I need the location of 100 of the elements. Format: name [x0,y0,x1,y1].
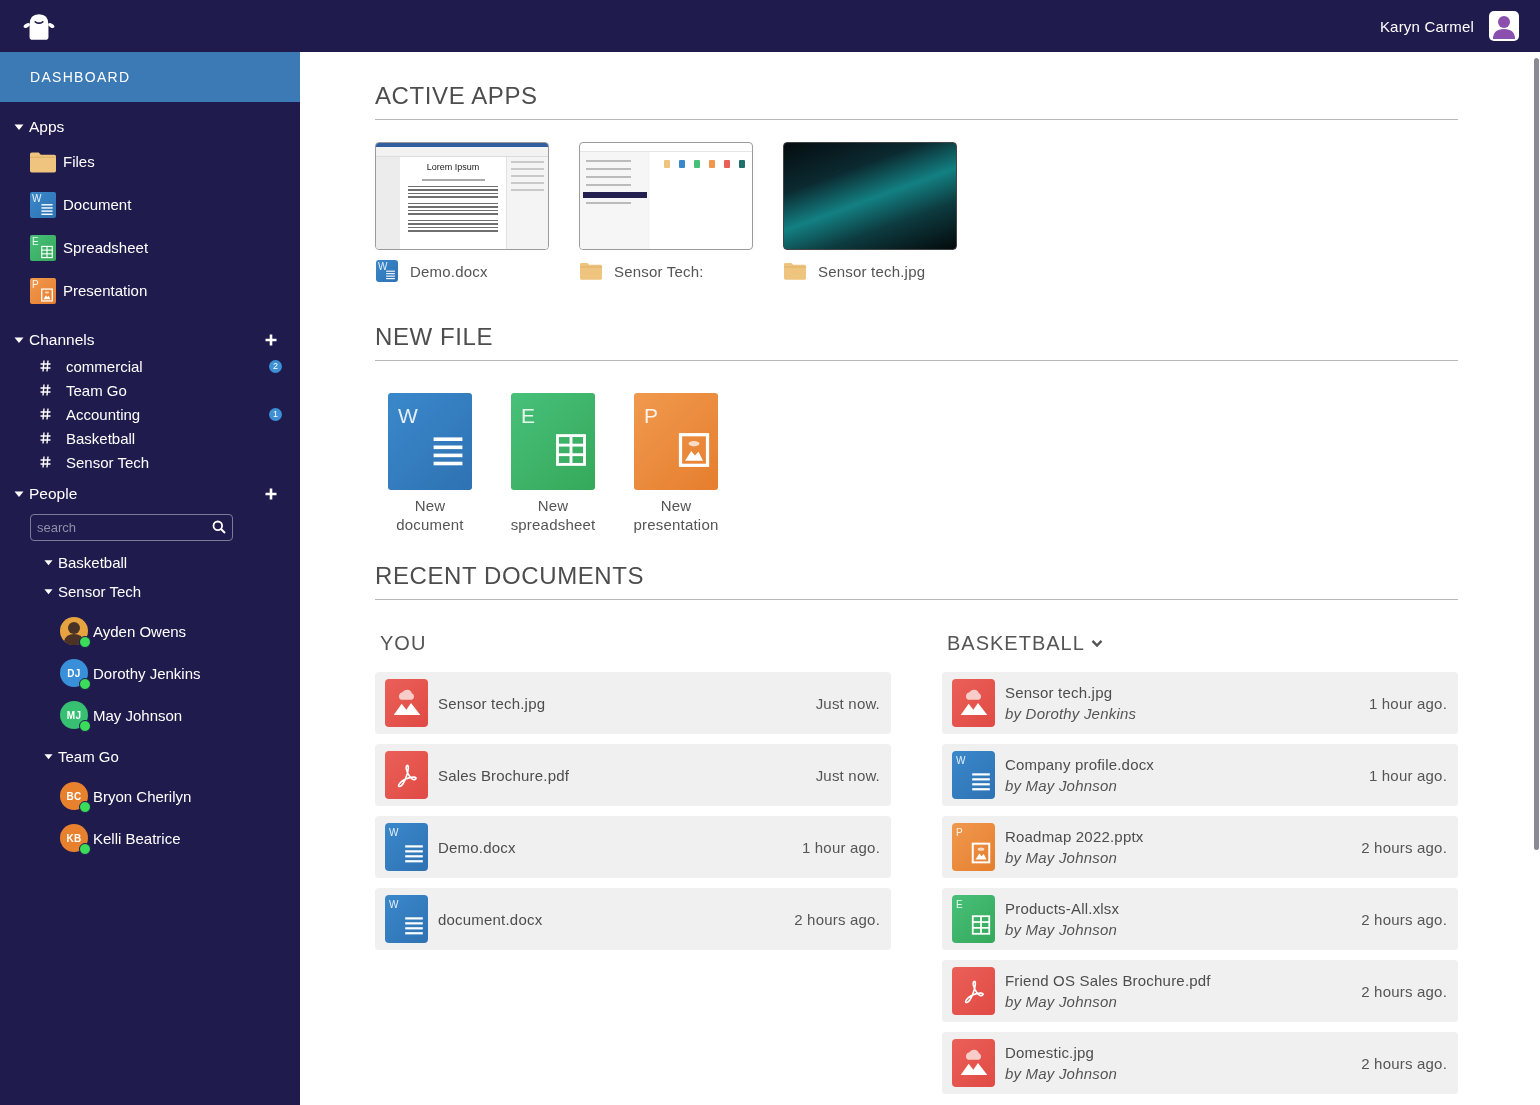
recent-document-row[interactable]: P Roadmap 2022.pptx by May Johnson 2 hours ago. [942,816,1458,878]
avatar: DJ [60,659,88,687]
file-name: Sales Brochure.pdf [438,765,570,786]
sidebar-app-item[interactable]: W Document [0,183,300,226]
section-title: ACTIVE APPS [375,81,1458,120]
person-item[interactable]: KB Kelli Beatrice [0,817,300,859]
document-file-icon: W [376,260,398,282]
scrollbar-thumb[interactable] [1534,58,1539,850]
new-file-button[interactable]: W New document [375,393,485,534]
recent-document-row[interactable]: W Company profile.docx by May Johnson 1 hour ago. [942,744,1458,806]
document-preview-drawing[interactable]: Lorem Ipsum [375,142,549,250]
modified-time: 2 hours ago. [794,910,880,928]
new-file-button[interactable]: E New spreadsheet [498,393,608,534]
image-file-icon [385,679,428,727]
avatar: BC [60,782,88,810]
recent-document-row[interactable]: Domestic.jpg by May Johnson 2 hours ago. [942,1032,1458,1094]
section-toggle[interactable]: Apps [14,118,65,136]
file-name: Roadmap 2022.pptx [1005,827,1144,847]
dashboard-nav-item[interactable]: DASHBOARD [0,52,300,102]
user-name: Karyn Carmel [1379,17,1474,35]
file-name: Sensor tech.jpg [1005,683,1113,703]
channel-item[interactable]: commercial 2 [0,354,300,378]
modified-time: 2 hours ago. [1361,910,1447,928]
file-name: Company profile.docx [1005,755,1155,775]
file-author: by Dorothy Jenkins [1005,704,1137,724]
file-author: by May Johnson [1005,920,1118,940]
add-icon[interactable] [265,334,277,346]
section-title: NEW FILE [375,322,1458,361]
recent-document-row[interactable]: Sensor tech.jpg Just now. [375,672,891,734]
unread-badge: 2 [269,359,282,373]
hash-icon [40,432,51,444]
search-icon[interactable] [212,520,226,534]
file-author: by May Johnson [1005,992,1118,1012]
channel-item[interactable]: Sensor Tech [0,450,300,474]
presentation-file-icon: P [952,823,995,871]
new-file-button[interactable]: P New presentation [621,393,731,534]
pdf-file-icon [385,751,428,799]
channel-item[interactable]: Team Go [0,378,300,402]
avatar: KB [60,824,88,852]
app-label: Sensor tech.jpg [818,262,926,280]
image-file-icon [952,679,995,727]
channel-item[interactable]: Basketball [0,426,300,450]
modified-time: Just now. [815,766,880,784]
document-file-icon: W [385,823,428,871]
file-author: by May Johnson [1005,1064,1118,1084]
folder-icon [580,262,602,280]
person-item[interactable]: Ayden Owens [0,610,300,652]
user-avatar-icon[interactable] [1489,11,1519,41]
section-toggle[interactable]: People [14,485,78,503]
file-name: Friend OS Sales Brochure.pdf [1005,971,1211,991]
sidebar-app-item[interactable]: E Spreadsheet [0,226,300,269]
hash-icon [40,360,51,372]
add-icon[interactable] [265,488,277,500]
recent-document-row[interactable]: W document.docx 2 hours ago. [375,888,891,950]
file-author: by May Johnson [1005,776,1118,796]
group-toggle[interactable]: Basketball [0,548,128,577]
file-author: by May Johnson [1005,848,1118,868]
unread-badge: 1 [269,407,282,421]
modified-time: 2 hours ago. [1361,838,1447,856]
person-item[interactable]: BC Bryon Cherilyn [0,775,300,817]
group-dropdown[interactable]: BASKETBALL [947,630,1103,656]
document-file-icon: W [952,751,995,799]
section-toggle[interactable]: Channels [14,331,95,349]
file-name: Demo.docx [438,837,516,858]
modified-time: 2 hours ago. [1361,982,1447,1000]
file-name: Domestic.jpg [1005,1043,1095,1063]
image-file-icon [952,1039,995,1087]
recent-document-row[interactable]: W Demo.docx 1 hour ago. [375,816,891,878]
presentation-file-icon: P [634,393,718,490]
recent-document-row[interactable]: Friend OS Sales Brochure.pdf by May Johnson 2 hours ago. [942,960,1458,1022]
app-label: Demo.docx [410,262,488,280]
folder-icon [30,150,56,173]
modified-time: Just now. [815,694,880,712]
file-manager-preview-drawing[interactable] [579,142,753,250]
sidebar-app-item[interactable]: P Presentation [0,269,300,312]
document-file-icon: W [30,191,56,218]
column-title: YOU [380,631,427,656]
modified-time: 1 hour ago. [1368,694,1447,712]
section-title: RECENT DOCUMENTS [375,561,1458,600]
modified-time: 1 hour ago. [1368,766,1447,784]
sidebar-app-item[interactable]: Files [0,140,300,183]
modified-time: 1 hour ago. [801,838,880,856]
search-field[interactable]: search [30,514,233,541]
group-toggle[interactable]: Team Go [0,742,119,771]
pdf-file-icon [952,967,995,1015]
photo-placeholder[interactable] [783,142,957,250]
spreadsheet-file-icon: E [30,234,56,261]
file-name: Sensor tech.jpg [438,693,546,714]
recent-document-row[interactable]: E Products-All.xlsx by May Johnson 2 hours ago. [942,888,1458,950]
recent-document-row[interactable]: Sensor tech.jpg by Dorothy Jenkins 1 hour ago. [942,672,1458,734]
hash-icon [40,408,51,420]
spreadsheet-file-icon: E [511,393,595,490]
channel-item[interactable]: Accounting 1 [0,402,300,426]
person-item[interactable]: MJ May Johnson [0,694,300,736]
document-file-icon: W [385,895,428,943]
hash-icon [40,384,51,396]
recent-document-row[interactable]: Sales Brochure.pdf Just now. [375,744,891,806]
person-item[interactable]: DJ Dorothy Jenkins [0,652,300,694]
modified-time: 2 hours ago. [1361,1054,1447,1072]
group-toggle[interactable]: Sensor Tech [0,577,142,606]
